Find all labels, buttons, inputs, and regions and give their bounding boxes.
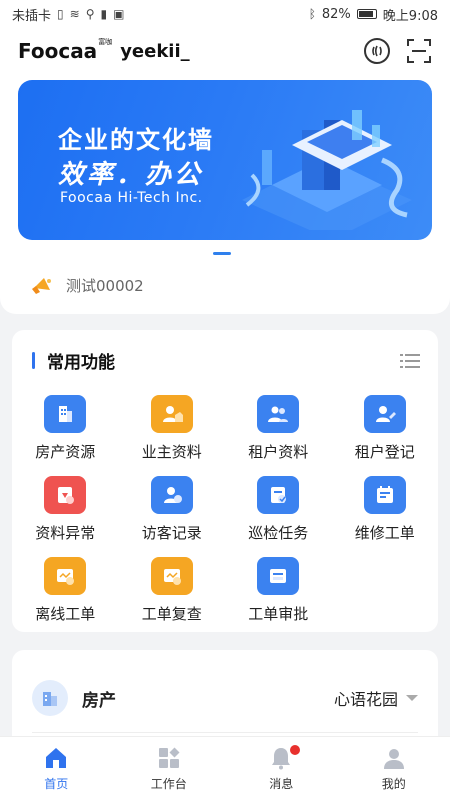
repair-icon [363,476,406,514]
nfc-icon [372,45,382,57]
nav-workbench[interactable]: 工作台 [113,737,226,800]
function-label: 资料异常 [35,524,96,542]
function-building[interactable]: 房产资源 [12,395,119,462]
function-tenants[interactable]: 租户资料 [225,395,332,462]
function-label: 工单审批 [248,605,309,623]
banner-company: Foocaa Hi-Tech Inc. [60,190,203,206]
visitor-icon [150,476,193,514]
divider [32,732,418,733]
function-label: 租户资料 [248,443,309,461]
function-visitor[interactable]: 访客记录 [119,476,226,543]
promo-banner[interactable]: 企业的文化墙 效率．办公 Foocaa Hi-Tech Inc. [18,80,432,240]
clock: 晚上9:08 [382,8,438,24]
user-icon [383,749,404,769]
nav-label: 消息 [269,777,294,791]
building-icon [44,395,87,433]
function-label: 工单复查 [141,605,202,623]
function-label: 业主资料 [141,443,202,461]
bluetooth-icon: ᛒ [308,7,316,21]
offline-icon [44,557,87,595]
function-offline[interactable]: 离线工单 [12,557,119,624]
nav-home[interactable]: 首页 [0,737,113,800]
function-register[interactable]: 租户登记 [332,395,439,462]
nav-messages[interactable]: 消息 [225,737,338,800]
unread-badge [290,745,301,755]
section-accent-bar [32,352,35,369]
function-label: 维修工单 [354,524,415,542]
sim-icon: ▯ [57,7,64,21]
status-bar: 未插卡 ▯ ≋ ⚲ ▮ ▣ ᛒ 82% 晚上9:08 [0,0,450,28]
tenants-icon [257,395,300,433]
approve-icon [257,557,300,595]
announcement-icon [32,278,51,294]
logo-sup: 富咖 [98,38,113,46]
workbench-icon [158,747,180,768]
wifi-icon: ≋ [69,7,80,21]
scan-icon [407,39,431,63]
bottom-navigation: 首页 工作台 消息 我的 [0,736,450,800]
section-title: 常用功能 [47,353,115,373]
top-section: 企业的文化墙 效率．办公 Foocaa Hi-Tech Inc. 测试00002 [0,74,450,314]
banner-pager-indicator [213,252,231,255]
nav-profile[interactable]: 我的 [338,737,450,800]
function-label: 租户登记 [354,443,415,461]
function-inspection[interactable]: 巡检任务 [225,476,332,543]
function-alert-doc[interactable]: 资料异常 [12,476,119,543]
brand-logo: Foocaa 富咖 [18,38,113,63]
battery-percent: 82% [321,6,351,22]
notice-bar[interactable]: 测试00002 [30,274,144,296]
nav-label: 我的 [381,777,406,791]
property-selector[interactable]: 心语花园 [334,686,418,710]
notice-text: 测试00002 [66,276,144,295]
function-owner[interactable]: 业主资料 [119,395,226,462]
inspection-icon [257,476,300,514]
review-icon [150,557,193,595]
property-label: 房产 [82,690,116,711]
function-label: 房产资源 [35,443,96,461]
app-header: Foocaa 富咖 yeekii_ [0,28,450,74]
function-review[interactable]: 工单复查 [119,557,226,624]
nav-label: 工作台 [150,777,187,791]
nav-label: 首页 [44,777,69,791]
banner-title: 企业的文化墙 [58,126,214,154]
notification-icon: ▮ [100,7,108,21]
battery-icon [356,9,377,19]
isometric-city-illustration [242,110,412,230]
app-notify-icon: ▣ [113,7,125,21]
function-label: 访客记录 [141,524,202,542]
property-building-icon [32,680,68,716]
owner-icon [150,395,193,433]
usb-icon: ⚲ [85,7,95,21]
banner-subtitle: 效率．办公 [58,160,204,190]
home-icon [46,748,67,768]
function-label: 离线工单 [35,605,96,623]
carrier-text: 未插卡 [12,8,52,24]
alert-doc-icon [44,476,87,514]
function-label: 巡检任务 [248,524,309,542]
nfc-button[interactable] [364,38,390,64]
logo-text: Foocaa [18,39,98,63]
common-functions-card: 常用功能 房产资源 业主资料 租户资料 租户登记资料异常 访客记录 巡检任务 维修工单离线工… [12,330,438,632]
register-icon [363,395,406,433]
property-value: 心语花园 [333,690,398,709]
username: yeekii_ [120,40,190,62]
function-approve[interactable]: 工单审批 [225,557,332,624]
function-repair[interactable]: 维修工单 [332,476,439,543]
dropdown-caret-icon [406,695,418,701]
scan-button[interactable] [406,38,432,64]
list-menu-icon[interactable] [400,353,420,369]
functions-grid: 房产资源 业主资料 租户资料 租户登记资料异常 访客记录 巡检任务 维修工单离线工单 工单复查… [12,373,438,624]
